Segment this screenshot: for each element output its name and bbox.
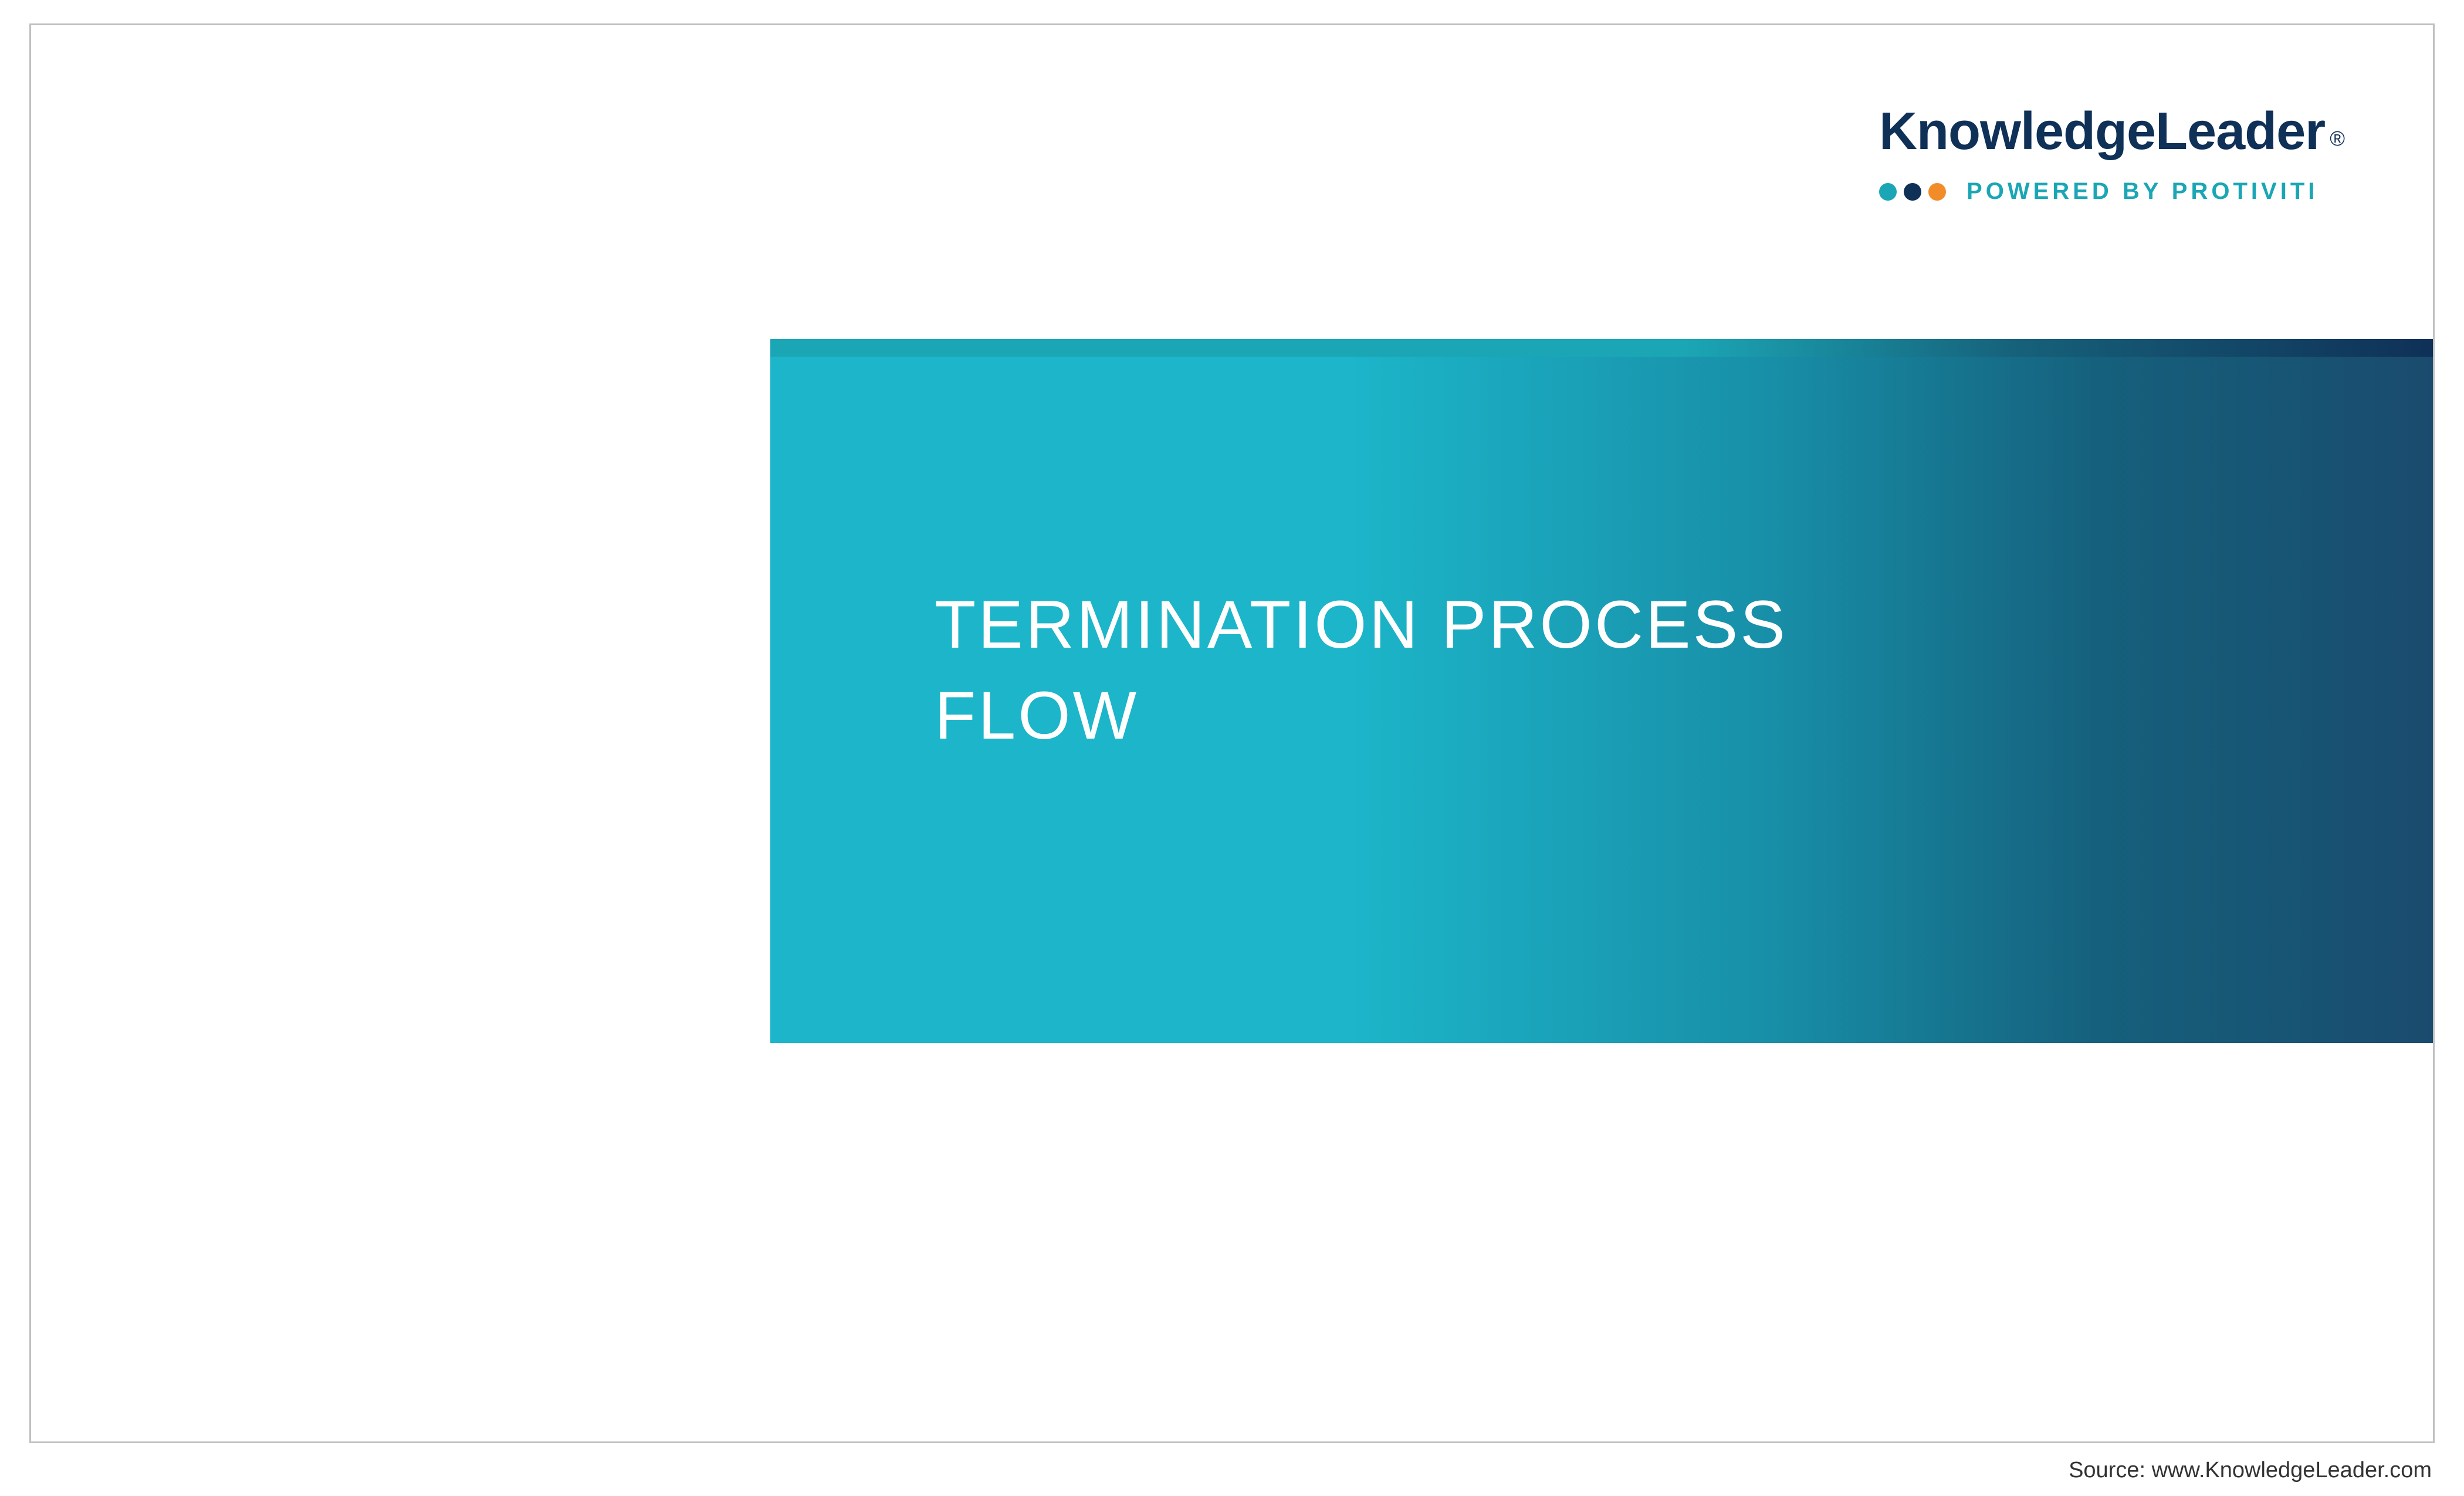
title-block: TERMINATION PROCESS FLOW — [770, 339, 2433, 1043]
brand-name: KnowledgeLeader — [1879, 102, 2325, 161]
tagline-row: POWERED BY PROTIVITI — [1879, 178, 2345, 205]
slide-title: TERMINATION PROCESS FLOW — [935, 580, 2351, 762]
title-line-1: TERMINATION PROCESS — [935, 580, 2351, 671]
logo-line: KnowledgeLeader® — [1879, 101, 2345, 162]
dot-teal-icon — [1879, 183, 1897, 201]
registered-mark: ® — [2330, 127, 2345, 150]
logo-area: KnowledgeLeader® POWERED BY PROTIVITI — [1879, 101, 2345, 205]
tagline-text: POWERED BY PROTIVITI — [1967, 178, 2318, 205]
dot-orange-icon — [1928, 183, 1946, 201]
title-line-2: FLOW — [935, 671, 2351, 761]
title-main-panel: TERMINATION PROCESS FLOW — [770, 357, 2433, 1043]
slide-frame: KnowledgeLeader® POWERED BY PROTIVITI TE… — [29, 23, 2435, 1443]
dot-navy-icon — [1904, 183, 1921, 201]
brand-dots-icon — [1879, 183, 1946, 201]
source-attribution: Source: www.KnowledgeLeader.com — [2069, 1458, 2432, 1483]
title-accent-bar — [770, 339, 2433, 357]
